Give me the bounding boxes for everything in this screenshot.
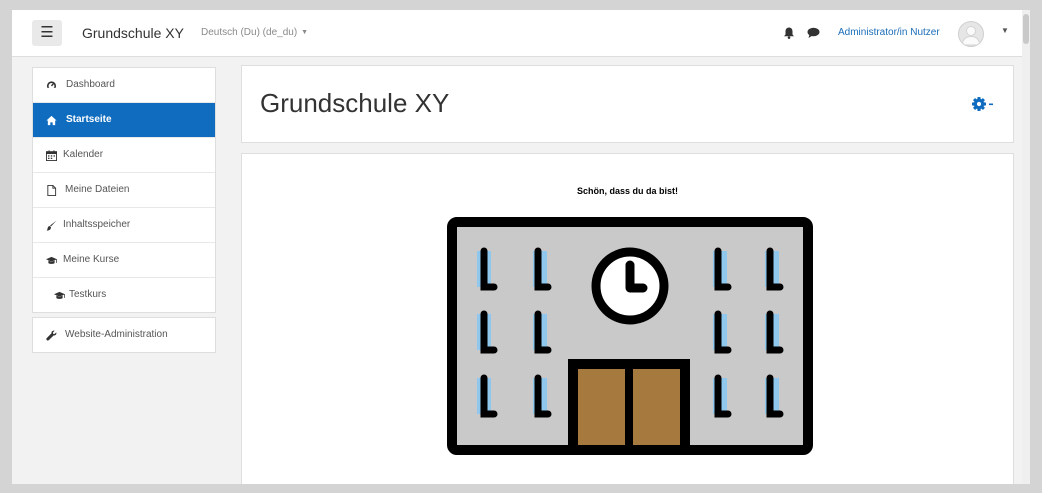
dashboard-icon — [46, 81, 57, 91]
user-menu-caret-icon[interactable]: ▼ — [1001, 26, 1009, 35]
sidebar-item-label: Meine Kurse — [63, 254, 120, 265]
paintbrush-icon — [46, 220, 57, 231]
sidebar-item-label: Meine Dateien — [65, 184, 130, 195]
menu-toggle-button[interactable]: ☰ — [32, 20, 62, 46]
sidebar-item-meine-kurse[interactable]: Meine Kurse — [33, 243, 215, 278]
graduation-cap-icon — [54, 291, 65, 299]
top-navbar: ☰ Grundschule XY Deutsch (Du) (de_du) ▼ A… — [12, 10, 1030, 57]
main-content: Schön, dass du da bist! — [241, 153, 1014, 484]
wrench-icon — [46, 330, 57, 341]
gear-icon — [972, 97, 993, 111]
caret-down-icon: ▼ — [301, 29, 309, 36]
page-title: Grundschule XY — [260, 88, 450, 118]
language-menu[interactable]: Deutsch (Du) (de_du) ▼ — [201, 27, 308, 38]
sidebar-item-label: Kalender — [63, 149, 104, 160]
sidebar-item-label: Inhaltsspeicher — [63, 219, 131, 230]
sidebar-item-dashboard[interactable]: Dashboard — [33, 68, 215, 103]
hamburger-icon: ☰ — [40, 24, 54, 41]
settings-menu-button[interactable] — [971, 95, 1001, 113]
browser-window: ☰ Grundschule XY Deutsch (Du) (de_du) ▼ A… — [12, 10, 1030, 484]
sidebar-item-inhaltsspeicher[interactable]: Inhaltsspeicher — [33, 208, 215, 243]
sidebar-item-testkurs[interactable]: Testkurs — [33, 278, 215, 312]
page-header: Grundschule XY — [241, 65, 1014, 143]
chat-icon[interactable] — [807, 27, 820, 39]
avatar-icon — [961, 26, 981, 46]
school-building-icon — [447, 217, 813, 455]
sidebar-navigation: Dashboard Startseite Kalender Meine Date… — [32, 67, 216, 313]
sidebar-admin: Website-Administration — [32, 317, 216, 353]
file-icon — [47, 185, 57, 196]
door-icon — [568, 359, 690, 455]
scrollbar-thumb[interactable] — [1023, 14, 1029, 44]
bell-icon[interactable] — [783, 27, 795, 39]
sidebar-item-label: Startseite — [66, 114, 112, 125]
sidebar-item-label: Testkurs — [69, 289, 107, 300]
sidebar-item-startseite[interactable]: Startseite — [33, 103, 215, 138]
user-name-link[interactable]: Administrator/in Nutzer — [838, 27, 940, 38]
home-icon — [46, 115, 57, 126]
sidebar-item-website-administration[interactable]: Website-Administration — [33, 318, 215, 352]
sidebar-item-meine-dateien[interactable]: Meine Dateien — [33, 173, 215, 208]
sidebar-item-label: Dashboard — [66, 79, 115, 90]
avatar[interactable] — [958, 21, 984, 47]
sidebar-item-kalender[interactable]: Kalender — [33, 138, 215, 173]
scrollbar[interactable] — [1022, 10, 1030, 484]
site-name-link[interactable]: Grundschule XY — [82, 25, 184, 41]
language-label: Deutsch (Du) (de_du) — [201, 27, 298, 38]
sidebar-item-label: Website-Administration — [65, 329, 168, 340]
graduation-cap-icon — [46, 256, 57, 264]
calendar-icon — [46, 150, 57, 161]
welcome-message: Schön, dass du da bist! — [576, 186, 678, 196]
clock-icon — [591, 247, 669, 325]
